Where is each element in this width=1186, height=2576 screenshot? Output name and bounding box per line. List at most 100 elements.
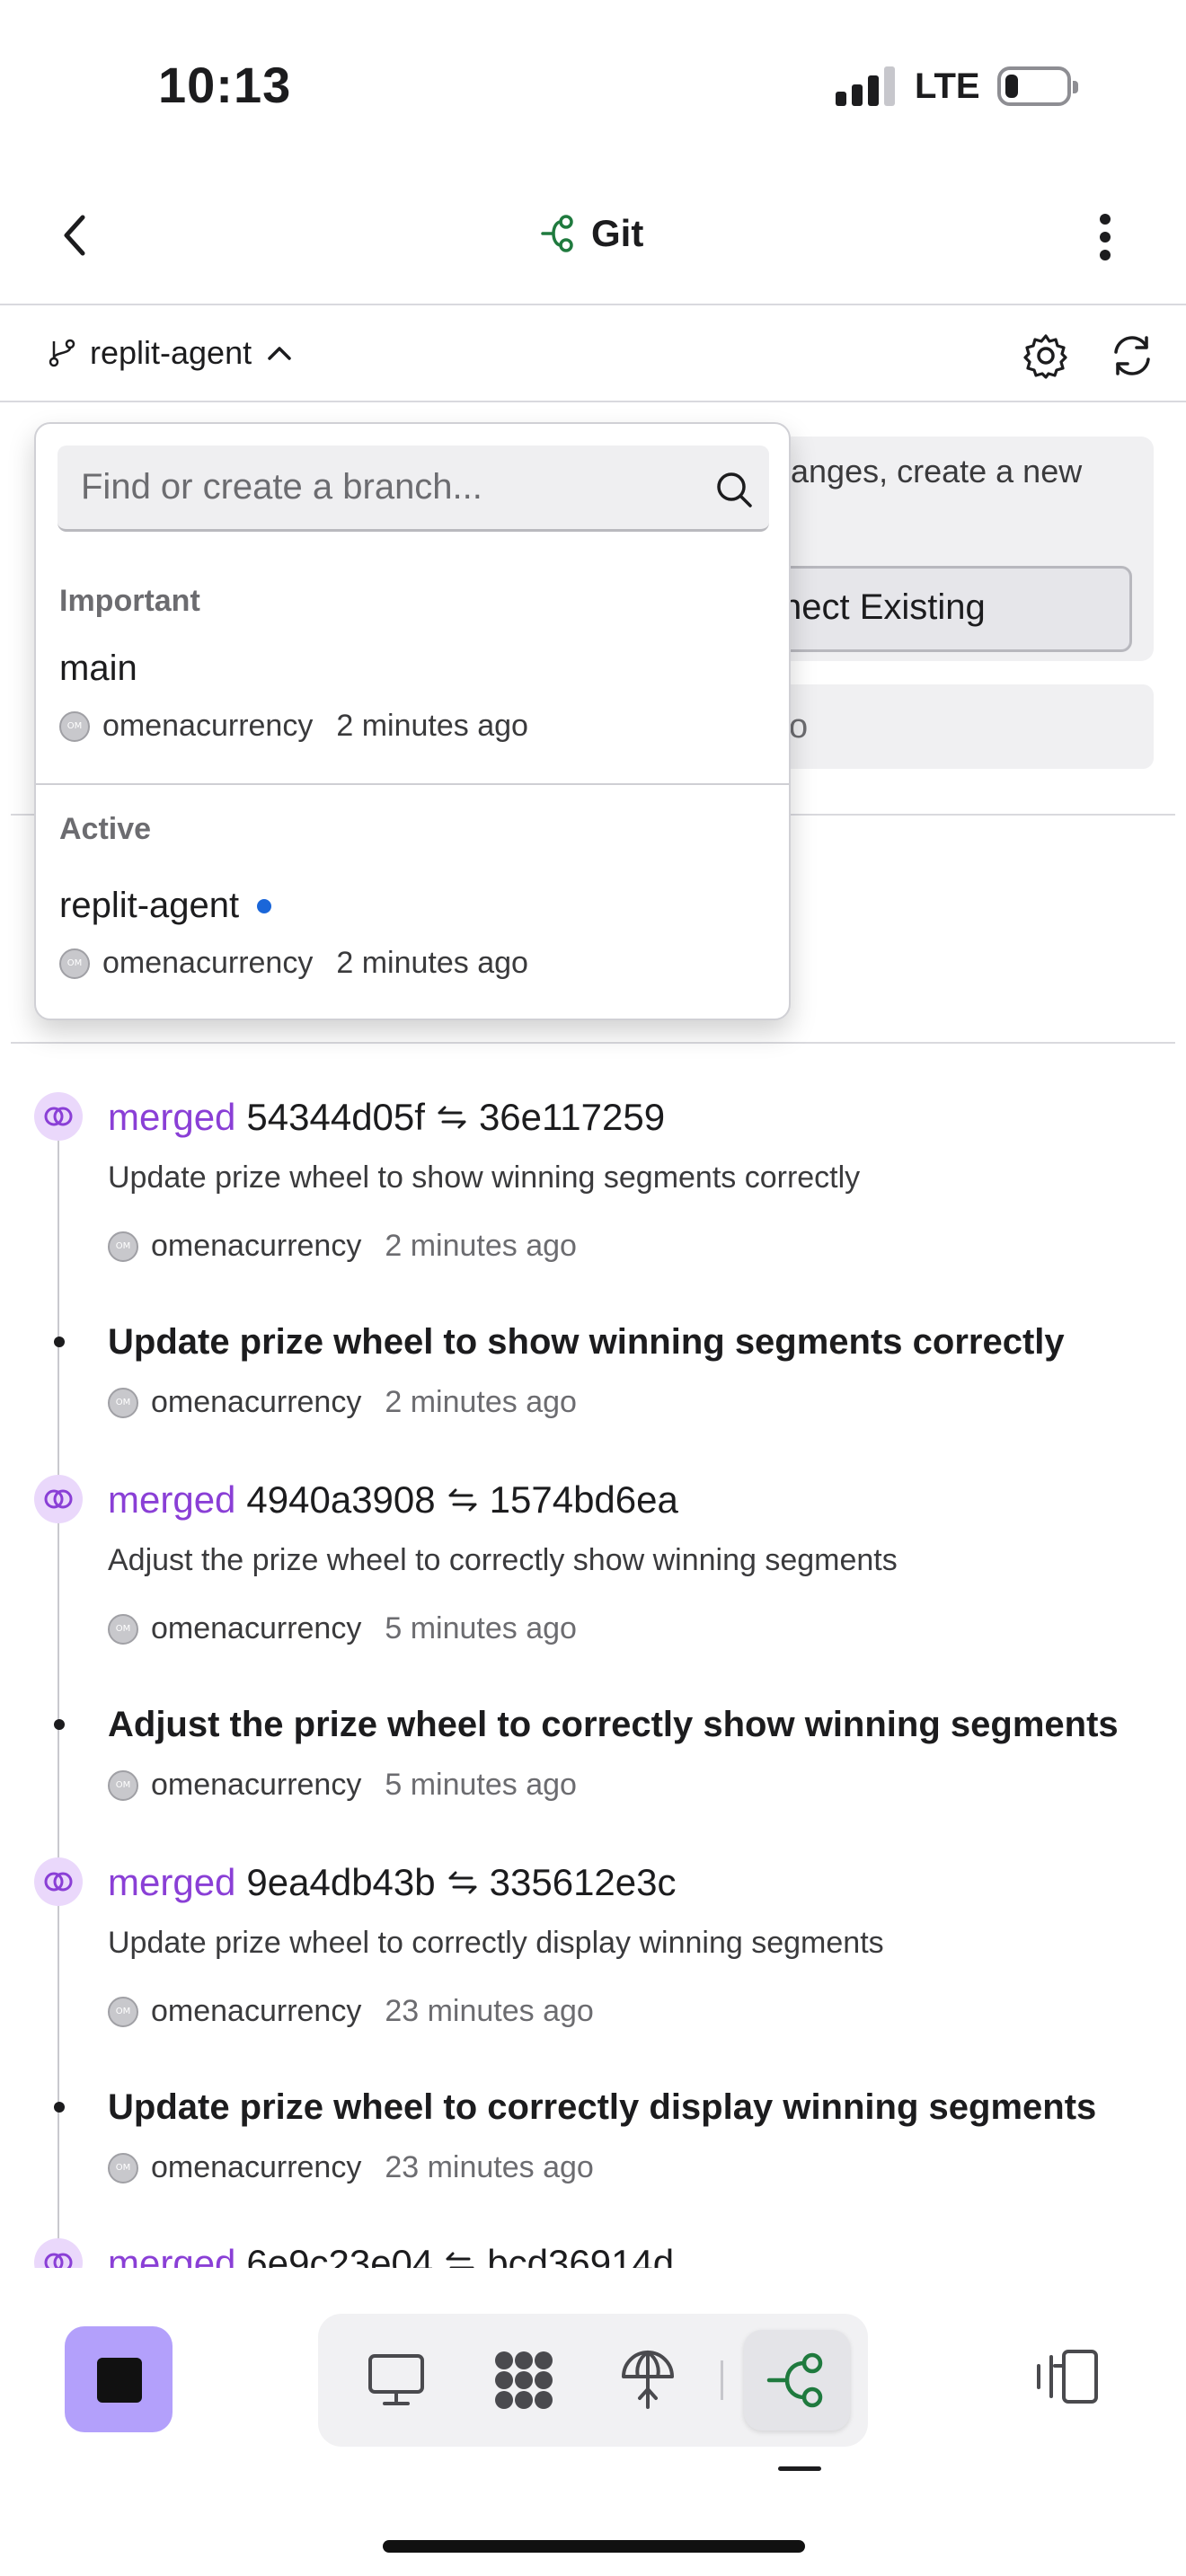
current-branch-name: replit-agent [90,334,252,371]
commit-time: 23 minutes ago [385,1994,594,2028]
more-options-button[interactable] [1087,210,1123,264]
branch-selector[interactable]: replit-agent [47,334,295,372]
branch-time: 2 minutes ago [336,946,528,980]
branch-search-box [58,446,769,532]
branch-item-name: replit-agent [59,886,240,925]
commit-time: 5 minutes ago [385,1611,577,1645]
workspace-tab-group [318,2314,868,2447]
commit-dot [54,1337,65,1347]
deploy-icon [622,2351,674,2409]
stop-button[interactable] [65,2326,173,2432]
refresh-button[interactable] [1107,331,1157,381]
home-indicator [383,2540,805,2553]
merged-label: merged [108,1096,236,1138]
chevron-up-icon [268,347,291,360]
commit-time: 2 minutes ago [385,1385,577,1419]
commit-meta: OM omenacurrency 5 minutes ago [108,1611,577,1646]
avatar: OM [59,948,90,979]
commit-dot [54,1719,65,1730]
panel-toggle-icon [1037,2350,1098,2404]
status-bar: 10:13 LTE [0,0,1186,171]
commit-meta: OM omenacurrency 23 minutes ago [108,2150,594,2185]
avatar: OM [108,1769,138,1801]
commit-meta: OM omenacurrency 23 minutes ago [108,1994,594,2029]
git-branch-icon [766,2352,823,2408]
header-title-group: Git [539,212,643,255]
merge-description: Adjust the prize wheel to correctly show… [108,1543,898,1577]
avatar: OM [108,1996,138,2027]
commit-author: omenacurrency [151,1994,362,2028]
commit-author: omenacurrency [151,1768,362,1802]
commit-meta: OM omenacurrency 2 minutes ago [108,1385,577,1420]
git-branch-icon [49,339,75,367]
commit-meta: OM omenacurrency 5 minutes ago [108,1768,577,1803]
commit-author: omenacurrency [151,1611,362,1645]
merge-commit-title[interactable]: merged 9ea4db43b 335612e3c [108,1861,677,1904]
panel-toggle-button[interactable] [1033,2346,1102,2409]
source-hash: 4940a3908 [246,1478,436,1521]
repo-row[interactable] [773,684,1154,769]
merged-label: merged [108,1861,236,1903]
battery-icon [997,66,1078,106]
merge-description: Update prize wheel to show winning segme… [108,1160,861,1195]
branch-item-main[interactable]: main OM omenacurrency 2 minutes ago [59,648,769,765]
branch-item-name: main [59,648,137,688]
git-tab[interactable] [744,2330,850,2430]
section-label-important: Important [59,584,200,618]
commit-author: omenacurrency [151,1385,362,1419]
deployments-tab[interactable] [595,2330,701,2430]
agent-icon [495,2351,553,2409]
search-icon[interactable] [713,469,755,510]
branch-dropdown: Important main OM omenacurrency 2 minute… [34,422,791,1020]
branch-time: 2 minutes ago [336,709,528,743]
refresh-icon [1114,336,1150,375]
commit-title[interactable]: Adjust the prize wheel to correctly show… [108,1705,1119,1745]
dropdown-divider [36,783,789,785]
section-label-active: Active [59,812,152,846]
target-hash: 335612e3c [489,1861,677,1903]
repo-row-text: o [789,708,809,745]
branch-author: omenacurrency [102,946,314,980]
branch-item-replit-agent[interactable]: replit-agent OM omenacurrency 2 minutes … [59,886,769,1002]
swap-icon [448,1871,477,1894]
git-settings-button[interactable] [1021,331,1071,381]
merge-description: Update prize wheel to correctly display … [108,1926,884,1960]
target-hash: 36e117259 [478,1096,666,1138]
tab-separator [721,2360,723,2400]
merge-commit-title[interactable]: merged 4940a3908 1574bd6ea [108,1478,678,1522]
commit-title[interactable]: Update prize wheel to show winning segme… [108,1322,1065,1363]
source-hash: 54344d05f [246,1096,425,1138]
monitor-icon [368,2354,424,2405]
back-button[interactable] [54,208,97,262]
avatar: OM [108,1231,138,1262]
agent-tab[interactable] [471,2330,577,2430]
commit-time: 2 minutes ago [385,1229,577,1263]
network-label: LTE [915,66,980,106]
merge-commit-title[interactable]: merged 54344d05f 36e117259 [108,1096,665,1139]
commit-title[interactable]: Update prize wheel to correctly display … [108,2087,1096,2128]
active-tab-indicator [778,2466,821,2471]
avatar: OM [108,2152,138,2183]
gear-icon [1023,334,1067,379]
target-hash: 1574bd6ea [489,1478,678,1521]
signal-icon [836,66,895,106]
branch-bar: replit-agent [0,307,1186,402]
merge-icon [34,1475,83,1523]
preview-tab[interactable] [343,2330,449,2430]
branch-search-input[interactable] [81,467,692,507]
branch-meta: OM omenacurrency 2 minutes ago [59,709,769,744]
avatar: OM [108,1613,138,1645]
current-branch-dot [257,898,272,913]
swap-icon [448,1488,477,1512]
section-divider [11,1042,1175,1044]
source-hash: 9ea4db43b [246,1861,436,1903]
merge-icon [34,1857,83,1906]
avatar: OM [59,710,90,742]
commit-meta: OM omenacurrency 2 minutes ago [108,1229,577,1264]
info-text: anges, create a new [791,453,1083,490]
connect-existing-label: nect Existing [782,587,986,627]
commit-author: omenacurrency [151,1229,362,1263]
branch-author: omenacurrency [102,709,314,743]
merge-icon [34,1092,83,1141]
commit-author: omenacurrency [151,2150,362,2184]
